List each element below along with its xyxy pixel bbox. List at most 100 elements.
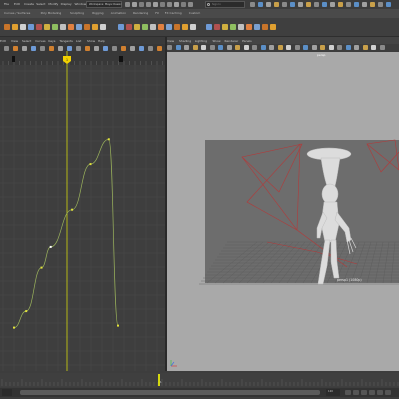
shelf-tool-icon-15[interactable] [134, 24, 140, 30]
menu-item-5[interactable]: Display [61, 2, 72, 6]
curve-key-1[interactable] [25, 310, 28, 313]
shelf-tab-8[interactable]: Custom [189, 11, 201, 16]
toolbar-right-icon-15[interactable] [370, 2, 375, 7]
shelf-tab-3[interactable]: Rigging [92, 11, 103, 16]
toolbar-right-icon-0[interactable] [250, 2, 255, 7]
curve-key-4[interactable] [71, 208, 74, 211]
viewport-menu-item-4[interactable]: Renderer [225, 39, 239, 43]
viewport-toolbar-icon-1[interactable] [175, 45, 181, 50]
curve-key-6[interactable] [107, 138, 110, 141]
toolbar-right-icon-10[interactable] [330, 2, 335, 7]
toolbar-right-icon-7[interactable] [306, 2, 311, 7]
toolbar-icon-6[interactable] [167, 2, 172, 7]
curve-key-0[interactable] [13, 326, 15, 329]
shelf-tool-icon-30[interactable] [262, 24, 268, 30]
shelf-tool-icon-11[interactable] [92, 24, 98, 30]
viewport-menu-item-3[interactable]: Show [213, 39, 221, 43]
graph-menu-item-2[interactable]: Select [22, 39, 31, 43]
search-field[interactable]: Sign In [205, 1, 245, 8]
toolbar-right-icon-9[interactable] [322, 2, 327, 7]
shelf-tool-icon-2[interactable] [20, 24, 26, 30]
viewport-toolbar-icon-4[interactable] [201, 45, 206, 50]
viewport-toolbar-icon-3[interactable] [192, 45, 198, 50]
viewport-toolbar-icon-17[interactable] [311, 45, 317, 50]
viewport-toolbar-icon-25[interactable] [379, 45, 385, 50]
graph-curve-area[interactable]: 1 [0, 51, 165, 371]
play-icon[interactable] [369, 390, 375, 395]
viewport-toolbar-icon-7[interactable] [226, 45, 232, 50]
viewport-toolbar-icon-9[interactable] [243, 45, 249, 50]
viewport-toolbar-icon-22[interactable] [354, 45, 359, 50]
toolbar-icon-3[interactable] [146, 2, 151, 7]
range-slider[interactable]: 120 [0, 388, 399, 397]
shelf-tool-icon-19[interactable] [166, 24, 172, 30]
viewport-toolbar-icon-0[interactable] [167, 45, 172, 50]
shelf-tool-icon-18[interactable] [158, 24, 164, 30]
curve-key-7[interactable] [117, 324, 119, 327]
viewport-menu-item-5[interactable]: Panels [242, 39, 252, 43]
toolbar-icon-1[interactable] [132, 2, 137, 7]
shelf-tool-icon-24[interactable] [214, 24, 220, 30]
viewport-menu-item-1[interactable]: Shading [179, 39, 191, 43]
range-start-field[interactable] [2, 389, 12, 396]
shelf-tool-icon-27[interactable] [238, 24, 244, 30]
toolbar-right-icon-2[interactable] [266, 2, 271, 7]
toolbar-icon-7[interactable] [174, 2, 179, 7]
toolbar-icon-8[interactable] [181, 2, 186, 7]
toolbar-right-icon-4[interactable] [282, 2, 287, 7]
toolbar-right-icon-12[interactable] [346, 2, 351, 7]
toolbar-right-icon-5[interactable] [290, 2, 295, 7]
viewport-toolbar-icon-13[interactable] [277, 45, 283, 50]
step-back-key-icon[interactable] [353, 390, 359, 395]
shelf-tool-icon-22[interactable] [190, 24, 196, 30]
workspace-selector[interactable]: Workspace: Maya Classic [86, 1, 122, 8]
viewport-toolbar-icon-24[interactable] [371, 45, 376, 50]
toolbar-icon-9[interactable] [188, 2, 193, 7]
toolbar-right-icon-14[interactable] [362, 2, 367, 7]
toolbar-right-icon-11[interactable] [338, 2, 343, 7]
shelf-tool-icon-0[interactable] [4, 24, 10, 30]
step-forward-key-icon[interactable] [377, 390, 383, 395]
shelf-tab-2[interactable]: Sculpting [70, 11, 84, 16]
curve-key-3[interactable] [49, 245, 52, 248]
shelf-tool-icon-16[interactable] [142, 24, 148, 30]
shelf-tool-icon-31[interactable] [270, 24, 276, 30]
shelf-tool-icon-26[interactable] [230, 24, 236, 30]
viewport-toolbar-icon-14[interactable] [286, 45, 291, 50]
viewport-toolbar-icon-21[interactable] [345, 45, 351, 50]
graph-menu-item-5[interactable]: Tangents [59, 39, 72, 43]
viewport-toolbar-icon-18[interactable] [320, 45, 325, 50]
shelf-tool-icon-17[interactable] [150, 24, 156, 30]
shelf-tool-icon-10[interactable] [84, 24, 90, 30]
viewport-toolbar-icon-12[interactable] [269, 45, 274, 50]
viewport-toolbar-icon-11[interactable] [260, 45, 266, 50]
shelf-tool-icon-3[interactable] [28, 24, 34, 30]
shelf-tool-icon-21[interactable] [182, 24, 188, 30]
toolbar-icon-2[interactable] [139, 2, 144, 7]
viewport-toolbar-icon-8[interactable] [235, 45, 240, 50]
toolbar-icon-4[interactable] [153, 2, 158, 7]
shelf-tool-icon-5[interactable] [44, 24, 50, 30]
toolbar-right-icon-6[interactable] [298, 2, 303, 7]
shelf-tool-icon-20[interactable] [174, 24, 180, 30]
shelf-tool-icon-4[interactable] [36, 24, 42, 30]
viewport-toolbar-icon-20[interactable] [337, 45, 342, 50]
shelf-tab-5[interactable]: Rendering [133, 11, 148, 16]
viewport-toolbar-icon-2[interactable] [184, 45, 189, 50]
shelf-tool-icon-29[interactable] [254, 24, 260, 30]
menu-item-2[interactable]: Create [24, 2, 34, 6]
viewport-toolbar-icon-19[interactable] [328, 45, 334, 50]
toolbar-right-icon-1[interactable] [258, 2, 263, 7]
toolbar-right-icon-8[interactable] [314, 2, 319, 7]
viewport-toolbar-icon-23[interactable] [362, 45, 368, 50]
shelf-tool-icon-9[interactable] [76, 24, 82, 30]
menu-item-1[interactable]: Edit [14, 2, 20, 6]
range-bar[interactable] [20, 390, 320, 395]
menu-item-4[interactable]: Modify [48, 2, 58, 6]
shelf-tab-0[interactable]: Curves / Surfaces [4, 11, 30, 16]
viewport-toolbar-icon-5[interactable] [209, 45, 215, 50]
shelf-tool-icon-28[interactable] [246, 24, 252, 30]
range-end-field[interactable]: 120 [326, 389, 340, 396]
toolbar-right-icon-13[interactable] [354, 2, 359, 7]
shelf-tool-icon-25[interactable] [222, 24, 228, 30]
